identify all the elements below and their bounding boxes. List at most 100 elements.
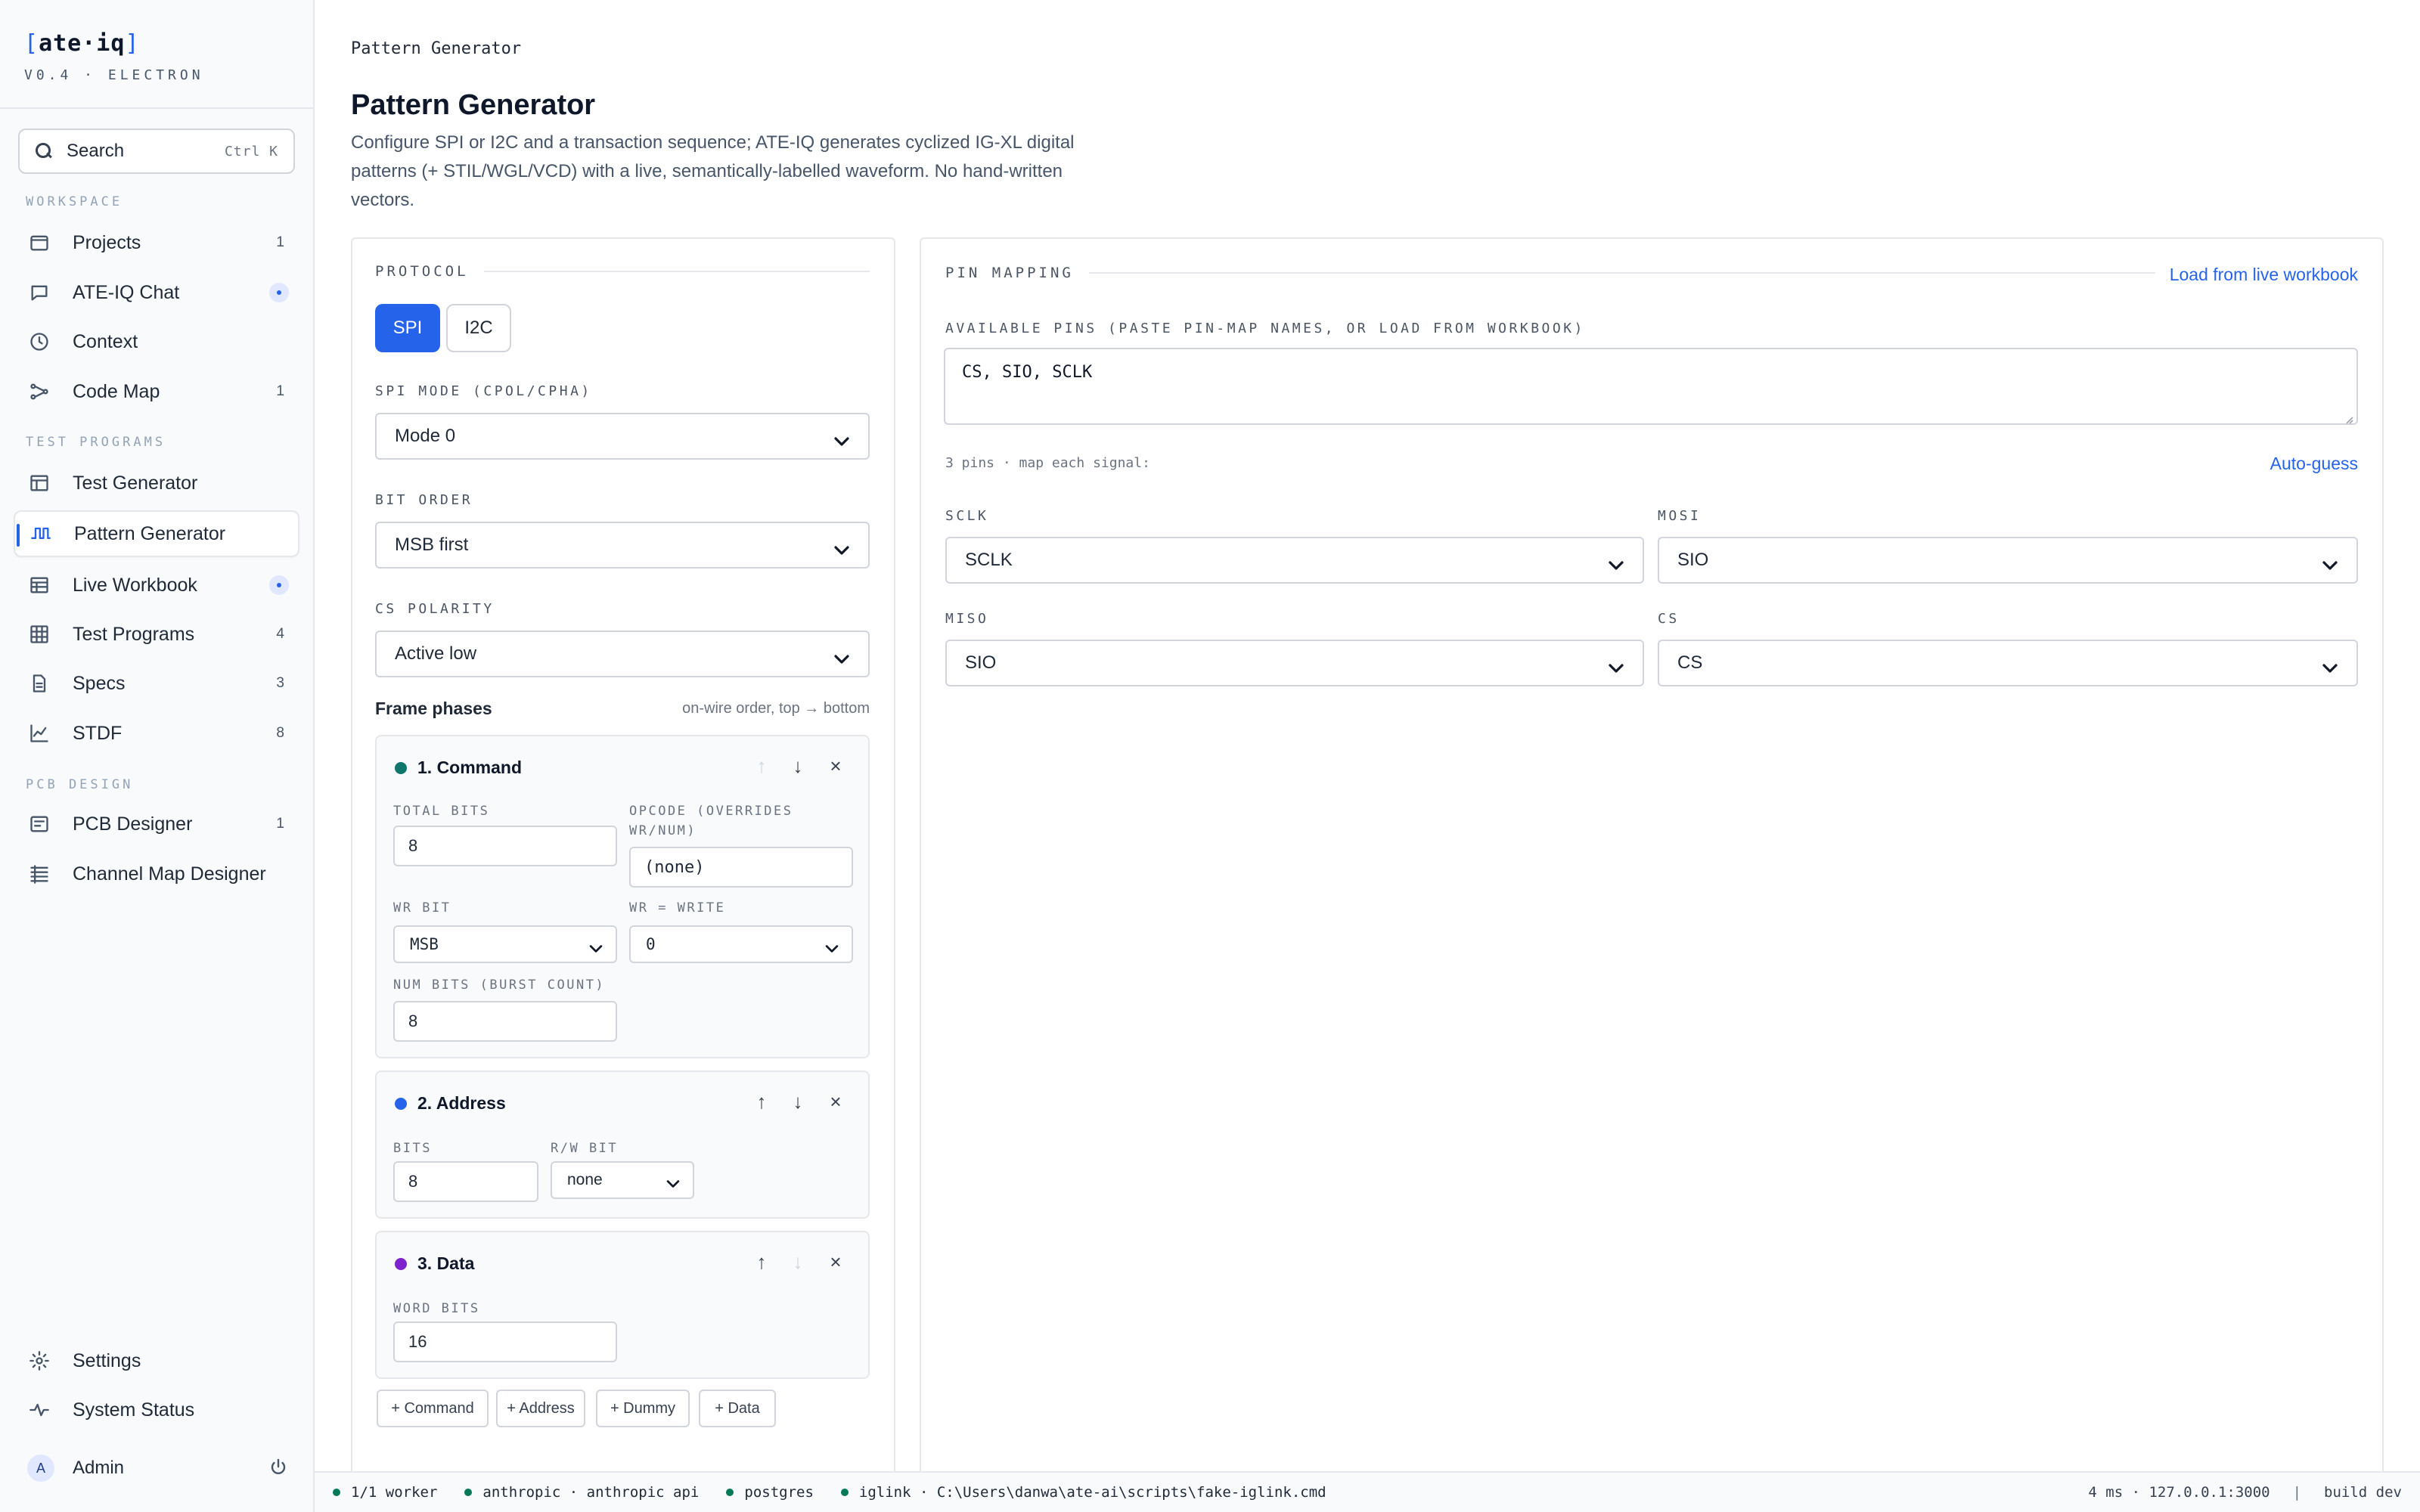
cs-polarity-label: CS POLARITY [375, 601, 495, 617]
word-bits-input[interactable]: 16 [393, 1321, 617, 1362]
auto-guess-link[interactable]: Auto-guess [2270, 454, 2358, 474]
wr-write-select[interactable]: 0 [629, 925, 853, 963]
spreadsheet-icon [29, 575, 50, 596]
load-from-workbook-link[interactable]: Load from live workbook [2170, 265, 2358, 285]
signal-select-miso[interactable]: SIO [945, 640, 1644, 686]
total-bits-label: TOTAL BITS [393, 804, 490, 819]
status-dot [464, 1489, 473, 1496]
move-up-icon[interactable]: ↑ [752, 1090, 771, 1114]
avatar: A [27, 1455, 54, 1482]
signal-select-cs[interactable]: CS [1658, 640, 2358, 686]
search-button[interactable]: Search Ctrl K [18, 129, 295, 174]
phase-data-card: 3. Data ↑ ↓ × WORD BITS 16 [375, 1231, 870, 1379]
status-dot [726, 1489, 734, 1496]
sidebar-item-live-workbook[interactable]: Live Workbook [14, 562, 299, 609]
sidebar-item-chat[interactable]: ATE-IQ Chat [14, 269, 299, 316]
sidebar-item-label: Settings [73, 1349, 141, 1371]
phase-address-card: 2. Address ↑ ↓ × BITS 8 R/W BIT none [375, 1070, 870, 1219]
sidebar-item-settings[interactable]: Settings [14, 1337, 299, 1384]
select-value: SIO [965, 652, 997, 673]
page-title: Pattern Generator [351, 89, 596, 121]
status-dot [333, 1489, 340, 1496]
bit-order-select[interactable]: MSB first [375, 522, 870, 569]
move-down-icon[interactable]: ↓ [788, 754, 808, 778]
close-icon[interactable]: × [826, 754, 845, 778]
rw-bit-label: R/W BIT [551, 1141, 619, 1156]
status-text: postgres [744, 1484, 814, 1501]
address-bits-input[interactable]: 8 [393, 1161, 538, 1202]
rw-bit-select[interactable]: none [551, 1161, 694, 1199]
add-dummy-button[interactable]: + Dummy [596, 1390, 690, 1427]
sidebar-item-specs[interactable]: Specs 3 [14, 660, 299, 707]
status-bar: 1/1 worker anthropic · anthropic api pos… [315, 1471, 2420, 1512]
select-value: none [567, 1171, 603, 1188]
sidebar-item-system-status[interactable]: System Status [14, 1387, 299, 1433]
move-down-icon[interactable]: ↓ [788, 1090, 808, 1114]
total-bits-input[interactable]: 8 [393, 826, 617, 866]
opcode-input[interactable]: (none) [629, 847, 853, 888]
sidebar-item-projects[interactable]: Projects 1 [14, 219, 299, 266]
close-icon[interactable]: × [826, 1090, 845, 1114]
available-pins-label: AVAILABLE PINS (PASTE PIN-MAP NAMES, OR … [945, 321, 1585, 336]
signal-select-mosi[interactable]: SIO [1658, 537, 2358, 584]
status-build: build dev [2324, 1484, 2402, 1501]
sidebar-item-pcb-designer[interactable]: PCB Designer 1 [14, 801, 299, 847]
textarea-value: CS, SIO, SCLK [962, 363, 1093, 382]
phase-title: 3. Data [417, 1253, 475, 1273]
pulse-icon [29, 1399, 50, 1421]
sidebar-item-pattern-generator[interactable]: Pattern Generator [14, 510, 299, 557]
add-address-button[interactable]: + Address [496, 1390, 585, 1427]
count-badge: 1 [276, 383, 284, 399]
chevron-down-icon [833, 649, 850, 664]
protocol-i2c-button[interactable]: I2C [446, 304, 511, 352]
chevron-down-icon [666, 1175, 682, 1188]
sidebar-item-context[interactable]: Context [14, 318, 299, 365]
sidebar-item-test-programs[interactable]: Test Programs 4 [14, 611, 299, 658]
sidebar-item-channel-map[interactable]: Channel Map Designer [14, 850, 299, 897]
num-bits-label: NUM BITS (BURST COUNT) [393, 978, 606, 993]
wr-bit-select[interactable]: MSB [393, 925, 617, 963]
square-wave-icon [30, 523, 51, 544]
sidebar-divider [0, 107, 313, 109]
close-icon[interactable]: × [826, 1250, 845, 1274]
sidebar-item-code-map[interactable]: Code Map 1 [14, 368, 299, 415]
available-pins-textarea[interactable]: CS, SIO, SCLK [944, 348, 2358, 425]
cs-polarity-select[interactable]: Active low [375, 631, 870, 677]
status-separator: | [2292, 1484, 2302, 1501]
power-icon[interactable] [269, 1458, 287, 1479]
add-data-button[interactable]: + Data [699, 1390, 776, 1427]
gear-icon [29, 1350, 50, 1371]
status-right: 4 ms · 127.0.0.1:3000 | build dev [2088, 1484, 2402, 1501]
move-up-icon[interactable]: ↑ [752, 754, 771, 778]
count-badge: 1 [276, 234, 284, 250]
protocol-spi-button[interactable]: SPI [375, 304, 440, 352]
chevron-down-icon [1608, 658, 1624, 673]
page-description: Configure SPI or I2C and a transaction s… [351, 132, 1075, 210]
brand-version: V0.4 · ELECTRON [24, 67, 204, 83]
num-bits-input[interactable]: 8 [393, 1001, 617, 1042]
count-badge: 3 [276, 675, 284, 691]
add-command-button[interactable]: + Command [377, 1390, 489, 1427]
signal-select-sclk[interactable]: SCLK [945, 537, 1644, 584]
signal-label-mosi: MOSI [1658, 508, 1702, 524]
sidebar-item-label: Projects [73, 231, 141, 253]
spi-mode-select[interactable]: Mode 0 [375, 413, 870, 460]
chart-line-icon [29, 723, 50, 744]
status-anthropic: anthropic · anthropic api [464, 1484, 699, 1501]
sidebar-item-stdf[interactable]: STDF 8 [14, 710, 299, 757]
resize-handle-icon[interactable] [2343, 410, 2353, 424]
select-value: MSB [410, 935, 439, 953]
status-latency: 4 ms · 127.0.0.1:3000 [2088, 1484, 2270, 1501]
move-down-icon[interactable]: ↓ [788, 1250, 808, 1274]
move-up-icon[interactable]: ↑ [752, 1250, 771, 1274]
clock-icon [29, 331, 50, 352]
user-menu[interactable]: A Admin [27, 1455, 287, 1482]
select-value: 0 [646, 935, 656, 953]
breadcrumb: Pattern Generator [351, 39, 522, 58]
sidebar-item-test-generator[interactable]: Test Generator [14, 460, 299, 507]
brand-logo: [ate·iq] [24, 30, 140, 57]
phase-title: 2. Address [417, 1093, 506, 1113]
opcode-label: OPCODE (OVERRIDES WR/NUM) [629, 804, 793, 838]
signal-label-miso: MISO [945, 611, 989, 627]
live-indicator [269, 283, 289, 302]
